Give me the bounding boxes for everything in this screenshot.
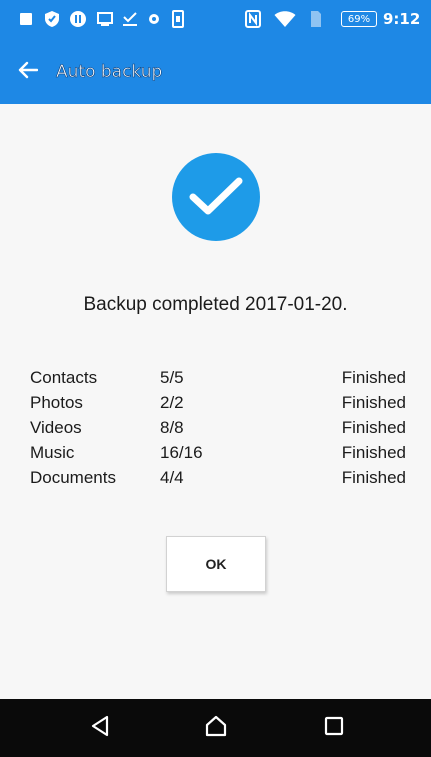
back-button[interactable] — [10, 56, 46, 88]
nav-back-button[interactable] — [78, 708, 122, 748]
result-row-documents: Documents 4/4 Finished — [30, 465, 406, 490]
result-row-photos: Photos 2/2 Finished — [30, 390, 406, 415]
sync-icon — [68, 9, 88, 29]
result-status: Finished — [341, 443, 406, 462]
phone-icon — [170, 9, 186, 29]
nav-recents-button[interactable] — [312, 708, 356, 748]
app-bar: Auto backup — [0, 40, 431, 104]
result-count: 5/5 — [160, 368, 184, 387]
result-count: 8/8 — [160, 418, 184, 437]
result-count: 16/16 — [160, 443, 203, 462]
page-title: Auto backup — [56, 62, 163, 83]
notification-square-icon — [18, 9, 34, 29]
result-status: Finished — [341, 368, 406, 387]
result-category: Photos — [30, 393, 83, 412]
shield-icon — [43, 9, 61, 29]
download-icon — [121, 9, 139, 29]
backup-summary: Backup completed 2017-01-20. — [83, 294, 348, 315]
result-count: 2/2 — [160, 393, 184, 412]
result-category: Videos — [30, 418, 82, 437]
wifi-icon — [274, 9, 296, 29]
navigation-bar — [0, 699, 431, 757]
dot-icon — [147, 9, 161, 29]
recents-icon — [324, 716, 344, 740]
nfc-icon — [244, 9, 262, 29]
screen-icon — [96, 9, 114, 29]
result-count: 4/4 — [160, 468, 184, 487]
home-icon — [204, 715, 228, 741]
result-status: Finished — [341, 418, 406, 437]
result-row-videos: Videos 8/8 Finished — [30, 415, 406, 440]
result-row-music: Music 16/16 Finished — [30, 440, 406, 465]
arrow-left-icon — [18, 61, 39, 83]
ok-button[interactable]: OK — [166, 536, 266, 592]
back-triangle-icon — [90, 715, 110, 741]
nav-home-button[interactable] — [194, 708, 238, 748]
sim-icon — [309, 9, 323, 29]
result-row-contacts: Contacts 5/5 Finished — [30, 365, 406, 390]
check-circle-icon — [172, 153, 260, 241]
status-time: 9:12 — [383, 10, 421, 28]
result-category: Music — [30, 443, 75, 462]
status-bar: 69% 9:12 — [0, 0, 431, 40]
result-category: Contacts — [30, 368, 98, 387]
backup-results-list: Contacts 5/5 Finished Photos 2/2 Finishe… — [30, 365, 406, 490]
result-category: Documents — [30, 468, 116, 487]
result-status: Finished — [341, 468, 406, 487]
battery-level: 69% — [341, 11, 377, 27]
result-status: Finished — [341, 393, 406, 412]
